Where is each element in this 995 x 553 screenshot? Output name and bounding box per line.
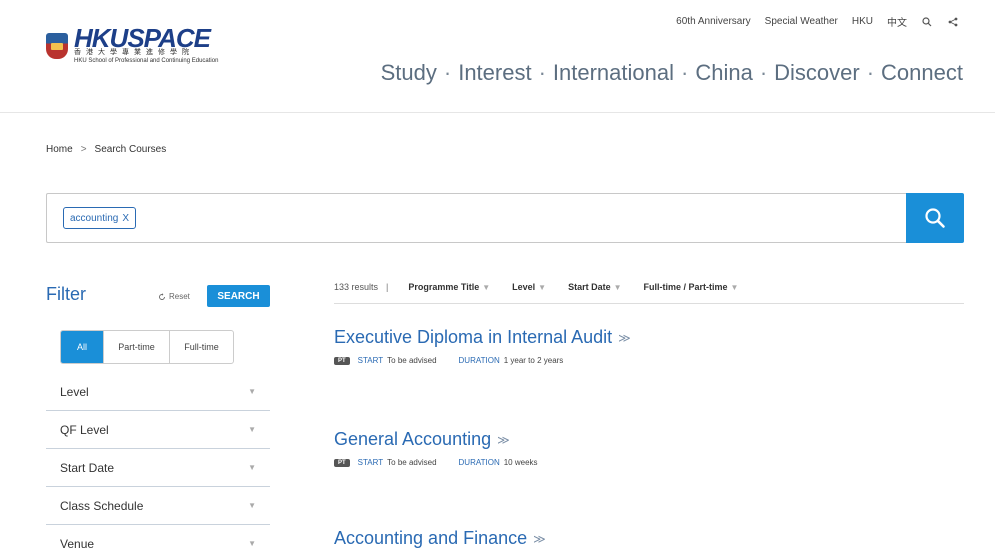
sort-level[interactable]: Level ▼ [512,282,546,292]
mode-all[interactable]: All [61,331,103,363]
start-label: START [357,356,384,365]
course-meta: PT START To be advised DURATION 1 year t… [334,356,631,365]
nav-study[interactable]: Study [381,60,437,86]
chevron-down-icon: ▼ [248,539,256,548]
duration-value: 10 weeks [503,458,538,467]
reset-label: Reset [169,292,190,301]
search-icon [925,208,945,228]
hku-crest-icon [46,33,68,59]
results-divider: | [386,282,389,292]
search-icon[interactable] [921,16,933,28]
start-value: To be advised [387,356,437,365]
logo-wordmark: HKUSPACE [74,23,211,53]
course-title-link[interactable]: Executive Diploma in Internal Audit ≫ [334,327,631,348]
top-utility-bar: 60th Anniversary Special Weather HKU 中文 [662,14,959,29]
nav-international[interactable]: International [553,60,674,86]
course-title-link[interactable]: General Accounting ≫ [334,429,560,450]
chevron-down-icon: ▼ [248,425,256,434]
link-special-weather[interactable]: Special Weather [765,16,838,27]
search-tag[interactable]: accounting X [63,207,137,229]
search-tag-label: accounting [70,212,119,224]
chevron-down-icon: ▼ [248,501,256,510]
sort-caret-icon: ▼ [730,283,739,292]
results-sort-bar: 133 results | Programme Title ▼ Level ▼ St… [334,282,964,304]
part-time-badge: PT [334,356,350,365]
breadcrumb-separator: > [80,144,87,155]
filter-start-date[interactable]: Start Date ▼ [46,449,270,487]
chevron-down-icon: ▼ [248,463,256,472]
hkuspace-logo[interactable]: HKUSPACE 香港大學專業進修學院 HKU School of Profes… [46,23,256,64]
duration-value: 1 year to 2 years [503,356,564,365]
remove-tag-icon[interactable]: X [122,213,129,224]
course-item: Executive Diploma in Internal Audit ≫ PT… [334,327,631,365]
expand-chevron-icon[interactable]: ≫ [533,532,546,546]
expand-chevron-icon[interactable]: ≫ [618,331,631,345]
sort-caret-icon: ▼ [482,283,491,292]
search-button[interactable] [906,193,964,243]
sort-start-date[interactable]: Start Date ▼ [568,282,621,292]
course-meta: PT START To be advised DURATION 10 weeks [334,458,560,467]
course-item: General Accounting ≫ PT START To be advi… [334,429,560,467]
course-item: Accounting and Finance ≫ [334,528,546,549]
chevron-down-icon: ▼ [248,387,256,396]
mode-full-time[interactable]: Full-time [169,331,233,363]
nav-china[interactable]: China [695,60,752,86]
mode-part-time[interactable]: Part-time [103,331,169,363]
duration-label: DURATION [458,356,500,365]
study-mode-toggle: All Part-time Full-time [60,330,234,364]
breadcrumb-home[interactable]: Home [46,144,73,155]
duration-label: DURATION [458,458,500,467]
nav-discover[interactable]: Discover [774,60,860,86]
part-time-badge: PT [334,458,350,467]
results-count: 133 results [334,282,379,292]
reset-icon [159,292,165,300]
filter-class-schedule[interactable]: Class Schedule ▼ [46,487,270,525]
link-chinese-language[interactable]: 中文 [887,14,907,29]
breadcrumb: Home > Search Courses [46,144,166,155]
expand-chevron-icon[interactable]: ≫ [497,433,510,447]
breadcrumb-current: Search Courses [94,144,167,155]
filter-title: Filter [46,284,86,304]
nav-connect[interactable]: Connect [881,60,963,86]
share-icon[interactable] [947,16,959,28]
filter-search-button[interactable]: SEARCH [207,285,270,307]
filter-level[interactable]: Level ▼ [46,373,270,411]
reset-button[interactable]: Reset [158,292,190,301]
start-label: START [357,458,384,467]
link-hku[interactable]: HKU [852,16,873,27]
filter-venue[interactable]: Venue ▼ [46,525,270,553]
main-navigation: Study · Interest · International · China… [380,60,963,86]
sort-caret-icon: ▼ [538,283,547,292]
filter-qf-level[interactable]: QF Level ▼ [46,411,270,449]
logo-chinese: 香港大學專業進修學院 [74,49,194,56]
start-value: To be advised [387,458,437,467]
sort-programme-title[interactable]: Programme Title ▼ [408,282,490,292]
sort-full-part-time[interactable]: Full-time / Part-time ▼ [644,282,739,292]
search-input[interactable]: accounting X [46,193,906,243]
sort-caret-icon: ▼ [613,283,622,292]
header-divider [0,112,995,113]
nav-interest[interactable]: Interest [458,60,531,86]
filter-list: Level ▼ QF Level ▼ Start Date ▼ Class Sched… [46,373,270,553]
logo-subtitle: HKU School of Professional and Continuin… [74,58,219,64]
link-60th-anniversary[interactable]: 60th Anniversary [676,16,751,27]
course-title-link[interactable]: Accounting and Finance ≫ [334,528,546,549]
